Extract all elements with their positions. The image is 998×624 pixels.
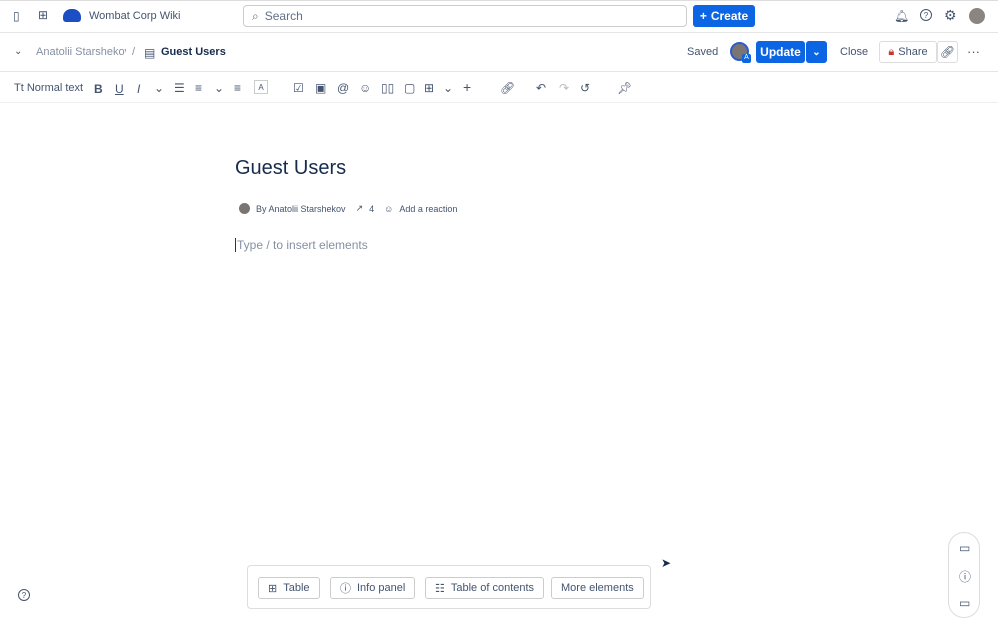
author-avatar — [239, 203, 250, 214]
chevron-down-icon[interactable]: ⌄ — [14, 46, 22, 57]
insert-table-button[interactable]: ⊞ Table — [258, 577, 320, 599]
update-button[interactable]: Update — [756, 41, 805, 63]
sidebar-toggle-icon[interactable]: ▯ — [13, 9, 20, 23]
search-placeholder: Search — [264, 9, 303, 23]
history-icon[interactable]: ↺ — [580, 81, 590, 95]
table-icon[interactable]: ⊞ — [424, 81, 434, 95]
create-button[interactable]: + Create — [693, 5, 755, 27]
redo-icon[interactable]: ↷ — [559, 81, 569, 95]
copy-link-icon[interactable]: 🔗︎ — [937, 41, 958, 63]
add-reaction-button[interactable]: Add a reaction — [399, 204, 457, 214]
page-icon: ▤ — [144, 46, 156, 60]
info-icon: ⓘ — [340, 583, 351, 595]
app-title[interactable]: Wombat Corp Wiki — [89, 10, 180, 22]
update-options-chevron-icon[interactable]: ⌄ — [806, 41, 827, 63]
create-label: Create — [710, 9, 749, 23]
close-button[interactable]: Close — [840, 46, 868, 58]
help-icon[interactable]: ? — [920, 9, 932, 21]
editor-body[interactable]: Type / to insert elements — [235, 238, 368, 252]
mention-icon[interactable]: @ — [337, 81, 349, 95]
text-style-label: Normal text — [26, 82, 84, 94]
table-icon: ⊞ — [268, 582, 278, 595]
top-nav: ▯ ⊞ Wombat Corp Wiki ⌕ Search + Create 🔔︎ … — [0, 0, 998, 33]
table-label: Table — [283, 582, 310, 594]
author-byline[interactable]: By Anatolii Starshekov — [256, 204, 346, 214]
settings-gear-icon[interactable]: ⚙ — [944, 7, 957, 24]
page-title[interactable]: Guest Users — [235, 157, 346, 180]
insert-toc-button[interactable]: ☷ Table of contents — [425, 577, 545, 599]
bold-button[interactable]: B — [94, 82, 103, 96]
text-color-icon[interactable]: A — [254, 80, 268, 94]
saved-status: Saved — [687, 46, 719, 58]
layout-columns-icon[interactable]: ▯▯ — [381, 81, 394, 95]
video-icon[interactable]: ▭ — [959, 596, 970, 610]
wombat-logo-icon — [63, 9, 81, 22]
insert-info-panel-button[interactable]: ⓘ Info panel — [330, 577, 416, 599]
comment-icon[interactable]: ▭ — [959, 541, 970, 555]
checkbox-icon[interactable]: ☑ — [293, 81, 304, 95]
views-icon: ↗ — [355, 203, 364, 213]
info-icon[interactable]: ⓘ — [959, 568, 971, 585]
text-style-dropdown[interactable]: Tt Normal text — [14, 82, 83, 94]
list-chevron-icon[interactable]: ⌄ — [214, 81, 224, 95]
search-input[interactable]: ⌕ Search — [243, 5, 687, 27]
numbered-list-icon[interactable]: ≡ — [195, 81, 202, 95]
align-icon[interactable]: ≡ — [234, 81, 241, 95]
emoji-icon[interactable]: ☺ — [359, 81, 371, 95]
text-style-icon: Tt — [14, 82, 27, 94]
editor-toolbar: Tt Normal text B U I ⌄ ☰ ≡ ⌄ ≡ A ☑ ▣ @ ☺… — [0, 72, 998, 103]
bell-icon[interactable]: 🔔︎ — [894, 9, 909, 23]
more-elements-button[interactable]: More elements — [551, 577, 644, 599]
undo-icon[interactable]: ↶ — [536, 81, 546, 95]
bullet-list-icon[interactable]: ☰ — [174, 81, 185, 95]
link-icon[interactable]: 🔗︎ — [500, 81, 515, 95]
breadcrumb-separator: / — [132, 46, 136, 58]
add-reaction-icon[interactable]: ☺ — [384, 204, 393, 214]
underline-button[interactable]: U — [115, 82, 124, 96]
more-formatting-chevron-icon[interactable]: ⌄ — [154, 81, 164, 95]
plus-icon: + — [699, 9, 707, 23]
info-panel-label: Info panel — [357, 582, 406, 594]
toc-icon: ☷ — [435, 582, 445, 595]
share-label: Share — [898, 46, 928, 58]
image-icon[interactable]: ▣ — [315, 81, 326, 95]
search-icon: ⌕ — [252, 8, 259, 23]
pin-icon[interactable]: 📌︎ — [617, 81, 632, 95]
mouse-cursor-icon: ➤ — [661, 556, 672, 570]
side-actions: ▭ ⓘ ▭ — [948, 532, 980, 618]
table-chevron-icon[interactable]: ⌄ — [443, 81, 453, 95]
views-count: 4 — [369, 203, 375, 214]
share-button[interactable]: 🔒︎ Share — [879, 41, 937, 63]
apps-grid-icon[interactable]: ⊞ — [38, 8, 48, 22]
breadcrumb-current[interactable]: Guest Users — [161, 46, 226, 58]
avatar-badge: A — [742, 54, 751, 63]
page-byline: By Anatolii Starshekov ↗ 4 ☺ Add a reactio… — [239, 203, 457, 214]
help-icon[interactable]: ? — [18, 589, 30, 601]
italic-button[interactable]: I — [137, 82, 140, 96]
macro-icon[interactable]: ▢ — [404, 81, 415, 95]
toc-label: Table of contents — [450, 582, 535, 594]
more-actions-icon[interactable]: ··· — [967, 44, 980, 59]
profile-avatar[interactable] — [969, 8, 985, 24]
page-header: ⌄ Anatolii Starshekov / ▤ Guest Users Sa… — [0, 33, 998, 72]
insert-plus-icon[interactable]: + — [463, 79, 471, 95]
breadcrumb-parent[interactable]: Anatolii Starshekov — [36, 46, 126, 58]
lock-icon: 🔒︎ — [888, 45, 895, 58]
